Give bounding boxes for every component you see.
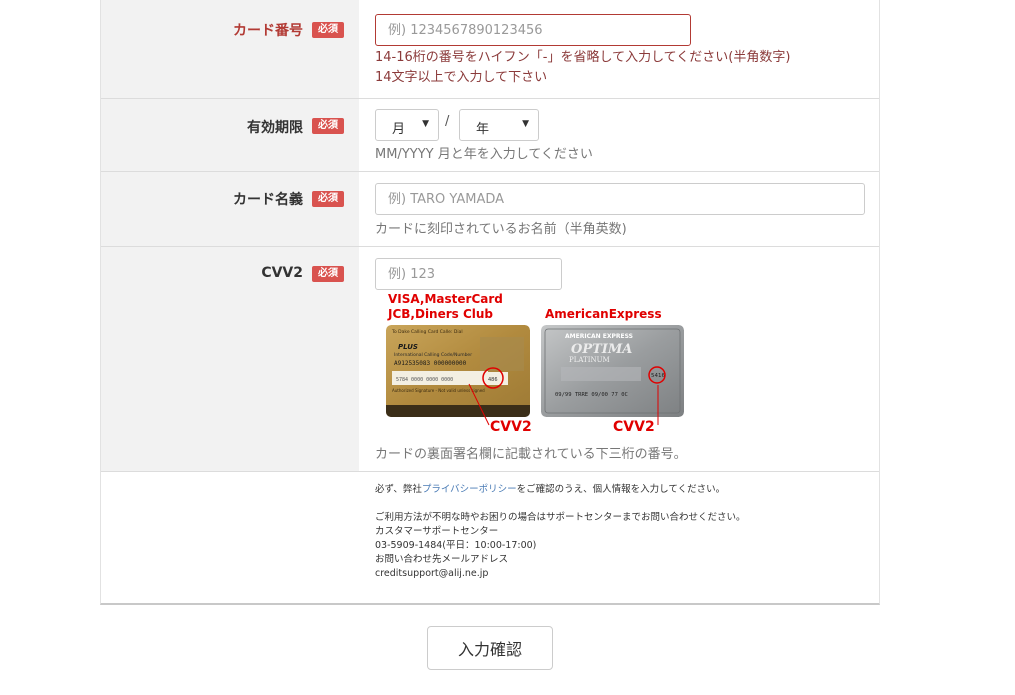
required-badge: 必須 bbox=[312, 118, 344, 134]
notice-line2: ご利用方法が不明な時やお困りの場合はサポートセンターまでお問い合わせください。 bbox=[375, 512, 746, 523]
year-select[interactable]: 年 ▼ bbox=[459, 109, 539, 141]
cvv2-help: カードの裏面署名欄に記載されている下三桁の番号。 bbox=[375, 447, 687, 462]
value-cell: カードに刻印されているお名前（半角英数) bbox=[359, 172, 879, 246]
required-badge: 必須 bbox=[312, 191, 344, 207]
year-value: 年 bbox=[476, 122, 490, 137]
notice-cell: 必ず、弊社プライバシーポリシーをご確認のうえ、個人情報を入力してください。 ご利… bbox=[359, 472, 879, 603]
card-number-input[interactable] bbox=[375, 14, 691, 46]
notice-text: をご確認のうえ、個人情報を入力してください。 bbox=[516, 484, 726, 495]
cvv-pointer-lines bbox=[468, 383, 659, 426]
card-number-error-2: 14文字以上で入力して下さい bbox=[375, 70, 548, 85]
month-select[interactable]: 月 ▼ bbox=[375, 109, 439, 141]
expiry-label: 有効期限 bbox=[247, 120, 303, 136]
notice-line5: お問い合わせ先メールアドレス bbox=[375, 554, 509, 565]
value-cell: 月 ▼ / 年 ▼ MM/YYYY 月と年を入力してください bbox=[359, 99, 879, 171]
privacy-policy-link[interactable]: プライバシーポリシー bbox=[422, 484, 517, 495]
required-badge: 必須 bbox=[312, 22, 344, 38]
cvv2-tag-right: CVV2 bbox=[613, 419, 655, 435]
label-cell: カード名義 必須 bbox=[101, 172, 359, 246]
row-card-number: カード番号 必須 14-16桁の番号をハイフン「-」を省略して入力してください(… bbox=[101, 0, 879, 99]
month-value: 月 bbox=[392, 122, 406, 137]
notice-text: 必ず、弊社 bbox=[375, 484, 422, 495]
row-cvv2: CVV2 必須 VISA,MasterCard JCB,Diners Club … bbox=[101, 247, 879, 472]
notice-line1: 必ず、弊社プライバシーポリシーをご確認のうえ、個人情報を入力してください。 bbox=[375, 483, 725, 497]
card-number-label: カード番号 bbox=[233, 23, 303, 39]
notice-line3: カスタマーサポートセンター bbox=[375, 526, 499, 537]
cvv2-tag-left: CVV2 bbox=[490, 419, 532, 435]
label-cell: 有効期限 必須 bbox=[101, 99, 359, 171]
notice-phone: 03-5909-1484(平日：10:00-17:00) bbox=[375, 540, 537, 551]
dropdown-arrow-icon: ▼ bbox=[522, 119, 529, 129]
payment-form: カード番号 必須 14-16桁の番号をハイフン「-」を省略して入力してください(… bbox=[100, 0, 880, 605]
row-expiry: 有効期限 必須 月 ▼ / 年 ▼ MM/YYYY 月と年を入力してください bbox=[101, 99, 879, 172]
row-card-name: カード名義 必須 カードに刻印されているお名前（半角英数) bbox=[101, 172, 879, 247]
card-name-label: カード名義 bbox=[233, 192, 303, 208]
notice-email: creditsupport@alij.ne.jp bbox=[375, 568, 489, 579]
cvv2-label: CVV2 bbox=[261, 265, 303, 281]
label-cell: CVV2 必須 bbox=[101, 247, 359, 471]
label-cell: カード番号 必須 bbox=[101, 0, 359, 98]
card-name-help: カードに刻印されているお名前（半角英数) bbox=[375, 222, 627, 237]
required-badge: 必須 bbox=[312, 266, 344, 282]
date-separator: / bbox=[445, 114, 450, 129]
card-number-error-1: 14-16桁の番号をハイフン「-」を省略して入力してください(半角数字) bbox=[375, 50, 791, 65]
value-cell: 14-16桁の番号をハイフン「-」を省略して入力してください(半角数字) 14文… bbox=[359, 0, 879, 98]
confirm-button[interactable]: 入力確認 bbox=[427, 626, 553, 670]
card-name-input[interactable] bbox=[375, 183, 865, 215]
value-cell: VISA,MasterCard JCB,Diners Club American… bbox=[359, 247, 879, 471]
label-cell bbox=[101, 472, 359, 603]
row-notice: 必ず、弊社プライバシーポリシーをご確認のうえ、個人情報を入力してください。 ご利… bbox=[101, 472, 879, 603]
expiry-help: MM/YYYY 月と年を入力してください bbox=[375, 147, 593, 162]
dropdown-arrow-icon: ▼ bbox=[422, 119, 429, 129]
